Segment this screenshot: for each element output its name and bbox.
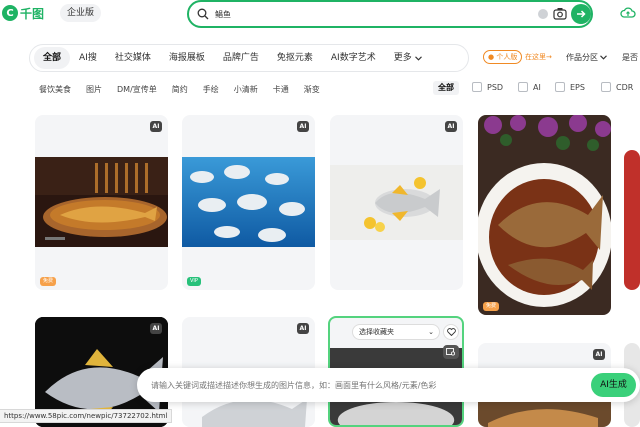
vip-tag: VIP bbox=[187, 277, 201, 286]
search-icon bbox=[197, 8, 209, 20]
site-logo[interactable]: C 千图 bbox=[2, 3, 58, 23]
ai-badge-icon: AI bbox=[593, 349, 605, 360]
format-label: AI bbox=[533, 82, 541, 92]
link-status-bar: https://www.58pic.com/newpic/73722702.ht… bbox=[0, 409, 173, 423]
format-eps[interactable]: EPS bbox=[555, 82, 585, 92]
cloud-upload-icon[interactable] bbox=[620, 6, 636, 20]
personal-edition-badge[interactable]: ● 个人版 bbox=[483, 50, 523, 64]
collect-label: 选择收藏夹 bbox=[359, 328, 394, 336]
top-header: C 千图 企业版 bbox=[0, 0, 640, 32]
ai-badge-icon: AI bbox=[297, 323, 309, 334]
zone-label: 作品分区 bbox=[566, 53, 598, 62]
subcategory-filters: 餐饮美食 图片 DM/宣传单 简约 手绘 小清新 卡通 渐变 bbox=[39, 84, 335, 95]
tab-ai-digital-art[interactable]: AI数字艺术 bbox=[322, 47, 385, 69]
ai-badge-icon: AI bbox=[150, 323, 162, 334]
enterprise-button[interactable]: 企业版 bbox=[60, 4, 102, 22]
heart-icon bbox=[446, 328, 456, 336]
fish-lemon-image bbox=[330, 165, 463, 240]
chevron-down-icon bbox=[600, 55, 607, 60]
is-free-filter[interactable]: 是否 bbox=[622, 52, 638, 63]
result-card[interactable]: 免费 bbox=[478, 115, 611, 315]
ai-badge-icon: AI bbox=[150, 121, 162, 132]
collection-select[interactable]: 选择收藏夹 ⌄ bbox=[352, 324, 440, 340]
tab-more[interactable]: 更多 bbox=[385, 47, 431, 69]
image-search-icon bbox=[446, 348, 456, 356]
search-input[interactable] bbox=[215, 6, 515, 22]
format-label: EPS bbox=[570, 82, 585, 92]
format-label: PSD bbox=[487, 82, 504, 92]
filter-image[interactable]: 图片 bbox=[86, 84, 102, 95]
filter-handdrawn[interactable]: 手绘 bbox=[203, 84, 219, 95]
tab-ai-search[interactable]: AI搜 bbox=[70, 47, 106, 69]
favorite-button[interactable] bbox=[443, 324, 459, 340]
tab-all[interactable]: 全部 bbox=[34, 47, 71, 69]
result-card[interactable]: AI VIP bbox=[182, 115, 315, 290]
filter-cartoon[interactable]: 卡通 bbox=[273, 84, 289, 95]
personal-label: 个人版 bbox=[496, 53, 518, 61]
tab-cutout-elements[interactable]: 免抠元素 bbox=[268, 47, 322, 69]
arrow-right-icon bbox=[577, 10, 586, 18]
format-all[interactable]: 全部 bbox=[433, 81, 459, 95]
ai-prompt-input[interactable] bbox=[151, 378, 571, 392]
ai-badge-icon: AI bbox=[445, 121, 457, 132]
tab-brand-ads[interactable]: 品牌广告 bbox=[214, 47, 268, 69]
work-zone-dropdown[interactable]: 作品分区 bbox=[566, 52, 607, 63]
free-tag: 免费 bbox=[483, 302, 500, 311]
ai-generate-bar: AI生成 bbox=[137, 368, 640, 402]
ai-generate-button[interactable]: AI生成 bbox=[591, 373, 636, 397]
camera-search-icon[interactable] bbox=[553, 7, 567, 20]
fish-dish-image bbox=[35, 157, 168, 247]
chevron-down-icon bbox=[414, 55, 422, 61]
result-card[interactable]: AI bbox=[330, 115, 463, 290]
result-card-partial[interactable] bbox=[624, 150, 640, 290]
category-nav: 全部 AI搜 社交媒体 海报展板 品牌广告 免抠元素 AI数字艺术 更多 bbox=[29, 44, 469, 72]
format-label: CDR bbox=[616, 82, 634, 92]
filter-food[interactable]: 餐饮美食 bbox=[39, 84, 71, 95]
find-similar-button[interactable] bbox=[443, 345, 459, 359]
checkbox[interactable] bbox=[472, 82, 482, 92]
braised-fish-image bbox=[478, 115, 611, 315]
logo-text: 千图 bbox=[20, 6, 45, 21]
filter-gradient[interactable]: 渐变 bbox=[304, 84, 320, 95]
format-ai[interactable]: AI bbox=[518, 82, 541, 92]
result-card[interactable]: AI 免费 bbox=[35, 115, 168, 290]
clear-search-icon[interactable] bbox=[538, 9, 548, 19]
format-cdr[interactable]: CDR bbox=[601, 82, 633, 92]
more-label: 更多 bbox=[393, 53, 412, 63]
search-bar bbox=[187, 0, 593, 28]
free-tag: 免费 bbox=[40, 277, 57, 286]
personal-dot-icon: ● bbox=[488, 53, 495, 61]
filter-fresh[interactable]: 小清新 bbox=[234, 84, 258, 95]
search-submit-button[interactable] bbox=[571, 4, 591, 24]
checkbox[interactable] bbox=[518, 82, 528, 92]
fish-school-image bbox=[182, 157, 315, 247]
personal-hint: 在这里→ bbox=[525, 53, 552, 61]
chevron-down-icon: ⌄ bbox=[428, 328, 434, 336]
ai-badge-icon: AI bbox=[297, 121, 309, 132]
logo-icon: C bbox=[2, 5, 18, 21]
format-psd[interactable]: PSD bbox=[472, 82, 503, 92]
tab-posters[interactable]: 海报展板 bbox=[160, 47, 214, 69]
checkbox[interactable] bbox=[555, 82, 565, 92]
tab-social-media[interactable]: 社交媒体 bbox=[106, 47, 160, 69]
filter-dm-flyer[interactable]: DM/宣传单 bbox=[117, 84, 157, 95]
filter-minimal[interactable]: 简约 bbox=[172, 84, 188, 95]
checkbox[interactable] bbox=[601, 82, 611, 92]
